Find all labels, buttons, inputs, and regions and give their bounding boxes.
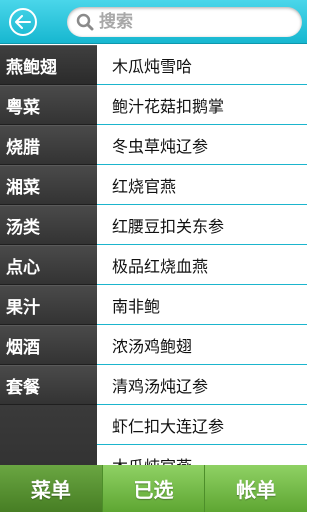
tab-bill[interactable]: 帐单	[205, 465, 307, 512]
search-icon	[75, 12, 95, 32]
search-input[interactable]	[99, 12, 279, 32]
tab-selected[interactable]: 已选	[103, 465, 206, 512]
sidebar-item-guozhi[interactable]: 果汁	[0, 285, 97, 325]
list-item[interactable]: 极品红烧血燕	[97, 245, 307, 285]
sidebar-item-tanglei[interactable]: 汤类	[0, 205, 97, 245]
sidebar-item-shaola[interactable]: 烧腊	[0, 125, 97, 165]
tab-menu[interactable]: 菜单	[0, 465, 103, 512]
back-arrow-icon	[15, 15, 31, 29]
sidebar-item-label: 点心	[6, 257, 40, 278]
header-bar	[0, 0, 307, 44]
sidebar-item-label: 湘菜	[6, 177, 40, 198]
list-item[interactable]: 虾仁扣大连辽参	[97, 405, 307, 445]
sidebar-item-label: 粤菜	[6, 97, 40, 118]
sidebar-item-label: 汤类	[6, 217, 40, 238]
sidebar-item-yanbaochi[interactable]: 燕鲍翅	[0, 45, 97, 85]
bottom-tab-bar: 菜单 已选 帐单	[0, 465, 307, 512]
list-item[interactable]: 南非鲍	[97, 285, 307, 325]
sidebar-item-taocan[interactable]: 套餐	[0, 365, 97, 405]
sidebar-item-yanjiu[interactable]: 烟酒	[0, 325, 97, 365]
list-item[interactable]: 鲍汁花菇扣鹅掌	[97, 85, 307, 125]
list-item[interactable]: 红烧官燕	[97, 165, 307, 205]
sidebar-item-label: 果汁	[6, 297, 40, 318]
list-item[interactable]: 清鸡汤炖辽参	[97, 365, 307, 405]
list-item[interactable]: 红腰豆扣关东参	[97, 205, 307, 245]
sidebar-item-label: 烟酒	[6, 337, 40, 358]
list-item[interactable]: 浓汤鸡鲍翅	[97, 325, 307, 365]
dish-list: 木瓜炖雪哈 鲍汁花菇扣鹅掌 冬虫草炖辽参 红烧官燕 红腰豆扣关东参 极品红烧血燕…	[97, 45, 307, 465]
list-item[interactable]: 冬虫草炖辽参	[97, 125, 307, 165]
sidebar-item-yuecai[interactable]: 粤菜	[0, 85, 97, 125]
sidebar-item-xiangcai[interactable]: 湘菜	[0, 165, 97, 205]
sidebar-item-label: 烧腊	[6, 137, 40, 158]
sidebar-item-dianxin[interactable]: 点心	[0, 245, 97, 285]
search-box[interactable]	[67, 7, 302, 37]
category-sidebar: 燕鲍翅 粤菜 烧腊 湘菜 汤类 点心 果汁 烟酒 套餐	[0, 45, 97, 465]
sidebar-item-label: 燕鲍翅	[6, 57, 57, 78]
back-button[interactable]	[9, 8, 37, 36]
sidebar-item-label: 套餐	[6, 377, 40, 398]
list-item[interactable]: 木瓜炖雪哈	[97, 45, 307, 85]
sidebar-filler	[0, 405, 97, 465]
list-item[interactable]: 木瓜炖官燕	[97, 445, 307, 466]
